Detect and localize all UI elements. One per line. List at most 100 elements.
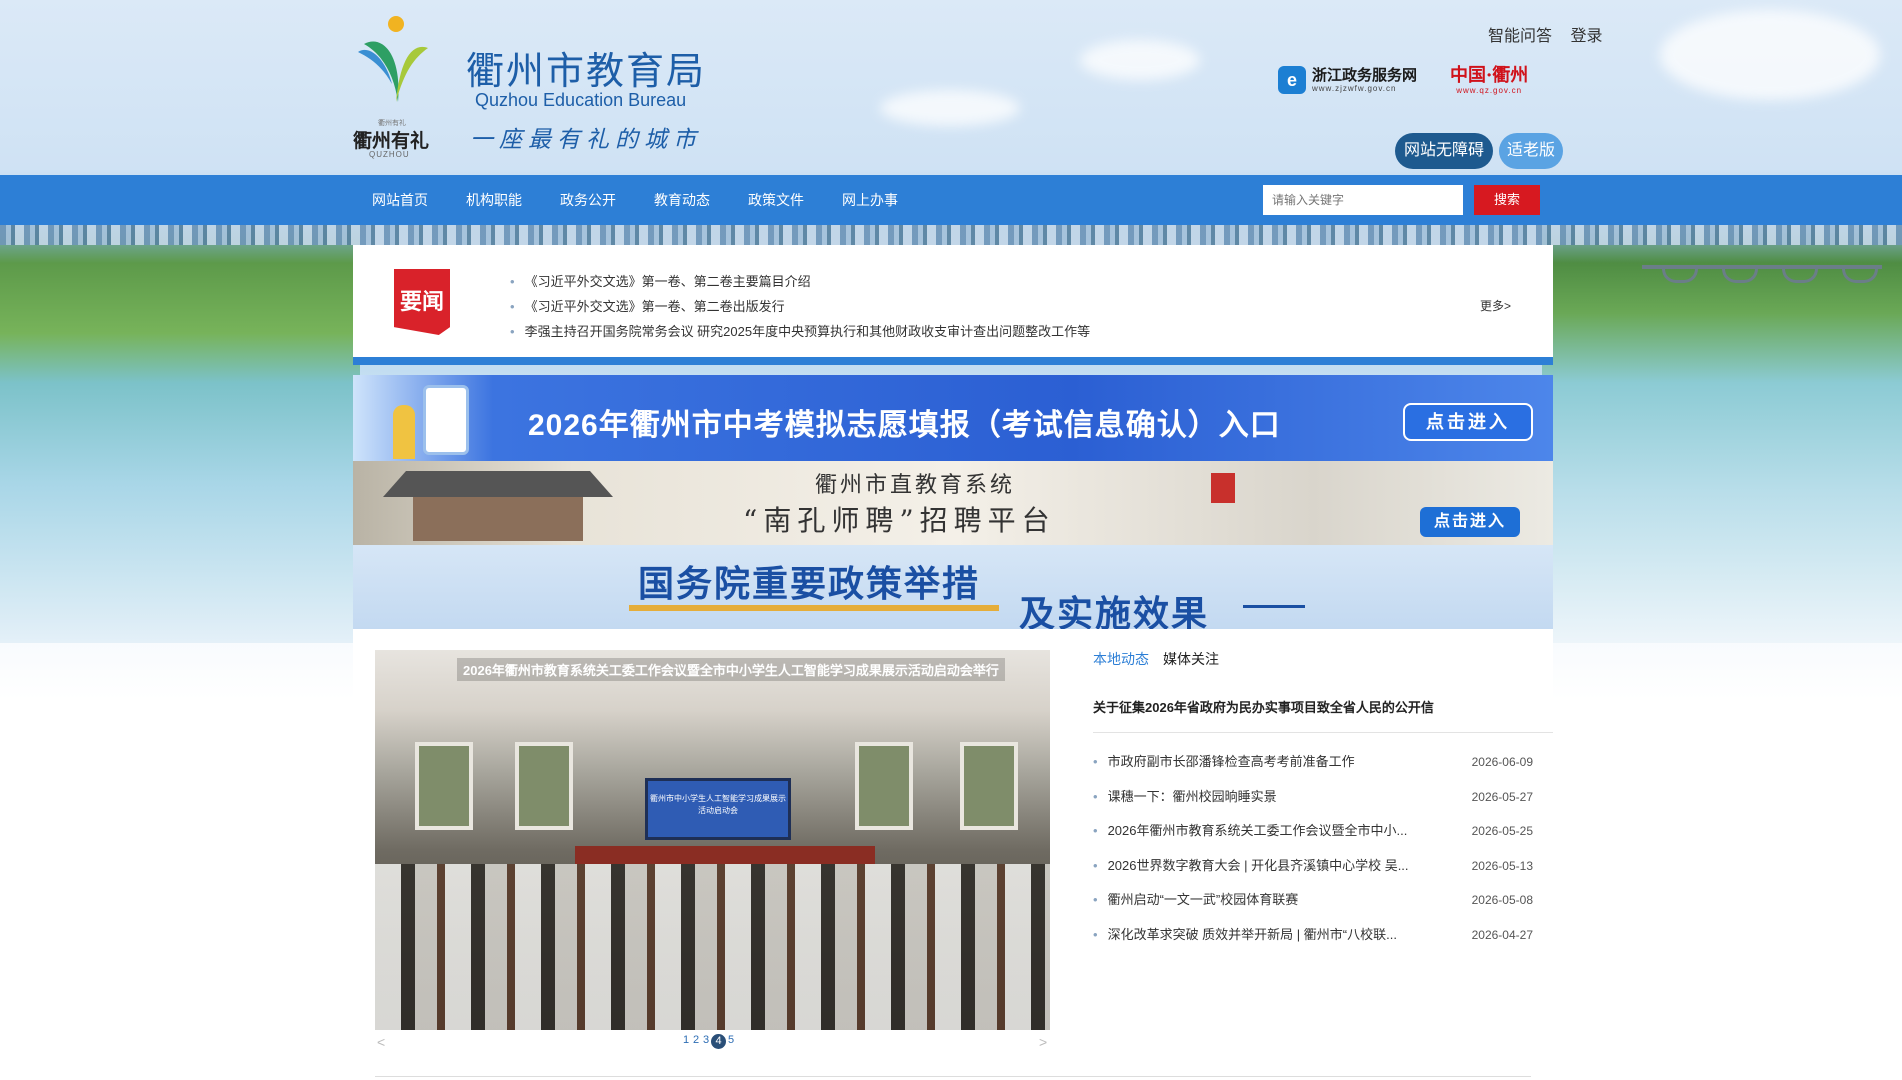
nav-item-functions[interactable]: 机构职能: [447, 175, 541, 225]
nav-item-home[interactable]: 网站首页: [353, 175, 447, 225]
article-title: 2026世界数字教育大会 | 开化县齐溪镇中心学校 吴...: [1093, 849, 1409, 884]
article-title: 市政府副市长邵潘锋检查高考考前准备工作: [1093, 745, 1355, 780]
window-illustration: [960, 742, 1018, 830]
qz-gov-name: 中国·衢州: [1450, 65, 1529, 86]
cloud-decoration: [1080, 40, 1200, 80]
slider-next-icon[interactable]: >: [1039, 1034, 1047, 1050]
river-scenery-right: [1542, 223, 1902, 643]
divider: [353, 357, 1553, 365]
person-illustration: [393, 405, 415, 459]
site-header: 衢州有礼 衢州有礼 QUZHOU 衢州市教育局 Quzhou Education…: [0, 0, 1902, 175]
key-news-badge: 要闻: [394, 269, 450, 335]
seal-stamp-icon: [1211, 473, 1235, 503]
projection-screen: 衢州市中小学生人工智能学习成果展示活动启动会: [645, 778, 791, 840]
photo-slider[interactable]: 衢州市中小学生人工智能学习成果展示活动启动会 2026年衢州市教育系统关工委工作…: [375, 650, 1050, 1030]
slogan: 一座最有礼的城市: [470, 127, 702, 153]
login-link[interactable]: 登录: [1570, 28, 1602, 45]
temple-roof-illustration: [383, 471, 613, 497]
list-item[interactable]: 深化改革求突破 质效并举开新局 | 衢州市“八校联... 2026-04-27: [1093, 918, 1533, 953]
list-item[interactable]: 衢州启动“一文一武”校园体育联赛 2026-05-08: [1093, 883, 1533, 918]
recruitment-banner[interactable]: 衢州市直教育系统 “南孔师聘”招聘平台 点击进入: [353, 461, 1553, 545]
zjzwfw-partner-link[interactable]: e 浙江政务服务网 www.zjzwfw.gov.cn: [1278, 66, 1417, 94]
nav-item-policy-docs[interactable]: 政策文件: [729, 175, 823, 225]
podium-table: [575, 846, 875, 864]
river-scenery-left: [0, 223, 360, 643]
window-illustration: [415, 742, 473, 830]
window-illustration: [855, 742, 913, 830]
slider-page-active[interactable]: 4: [711, 1034, 726, 1049]
window-illustration: [515, 742, 573, 830]
phone-illustration: [423, 385, 469, 455]
banner-dash: [1243, 605, 1305, 608]
article-date: 2026-06-09: [1471, 755, 1533, 769]
slider-page[interactable]: 3: [701, 1034, 711, 1049]
nav-item-online-service[interactable]: 网上办事: [823, 175, 917, 225]
main-nav: 网站首页 机构职能 政务公开 教育动态 政策文件 网上办事 搜索: [0, 175, 1902, 225]
more-link[interactable]: 更多>: [1480, 297, 1511, 314]
nav-item-education-news[interactable]: 教育动态: [635, 175, 729, 225]
slider-pagination: 1 2 3 4 5: [681, 1034, 736, 1049]
site-title[interactable]: 衢州市教育局: [466, 40, 706, 95]
smart-qa-link[interactable]: 智能问答: [1488, 28, 1552, 45]
city-skyline: [0, 223, 1902, 245]
banner-subtitle: 衢州市直教育系统: [815, 473, 1016, 498]
bridge-illustration: [1642, 265, 1882, 283]
article-list: 市政府副市长邵潘锋检查高考考前准备工作 2026-06-09 课穗一下：衢州校园晌…: [1093, 745, 1533, 952]
screen-text: 衢州市中小学生人工智能学习成果展示活动启动会: [650, 794, 786, 815]
list-item[interactable]: 2026年衢州市教育系统关工委工作会议暨全市中小... 2026-05-25: [1093, 814, 1533, 849]
list-item[interactable]: 李强主持召开国务院常务会议 研究2025年度中央预算执行和其他财政收支审计查出问…: [510, 319, 1091, 344]
nav-item-gov-affairs[interactable]: 政务公开: [541, 175, 635, 225]
tab-media-focus[interactable]: 媒体关注: [1163, 649, 1219, 669]
article-date: 2026-04-27: [1471, 927, 1533, 942]
list-item[interactable]: 市政府副市长邵潘锋检查高考考前准备工作 2026-06-09: [1093, 745, 1533, 780]
cloud-decoration: [880, 90, 1020, 126]
enter-button[interactable]: 点击进入: [1403, 403, 1533, 441]
divider: [1093, 732, 1553, 733]
article-title: 衢州启动“一文一武”校园体育联赛: [1093, 883, 1299, 918]
list-item[interactable]: 《习近平外交文选》第一卷、第二卷主要篇目介绍: [510, 269, 1090, 294]
slider-page[interactable]: 5: [726, 1034, 736, 1049]
site-title-en: Quzhou Education Bureau: [475, 90, 687, 110]
banner-title: “南孔师聘”招聘平台: [743, 504, 1056, 537]
enter-button[interactable]: 点击进入: [1420, 507, 1520, 537]
article-date: 2026-05-27: [1471, 789, 1533, 804]
tab-local-news[interactable]: 本地动态: [1093, 649, 1149, 669]
audience-photo: [375, 864, 1050, 1030]
article-title: 2026年衢州市教育系统关工委工作会议暨全市中小...: [1093, 814, 1408, 849]
list-item[interactable]: 2026世界数字教育大会 | 开化县齐溪镇中心学校 吴... 2026-05-13: [1093, 849, 1533, 884]
state-council-policy-banner[interactable]: 国务院重要政策举措 及实施效果: [353, 545, 1553, 629]
banner-title: 2026年衢州市中考模拟志愿填报（考试信息确认）入口: [528, 409, 1281, 442]
slider-page[interactable]: 2: [691, 1034, 701, 1049]
exam-application-banner[interactable]: 2026年衢州市中考模拟志愿填报（考试信息确认）入口 点击进入: [353, 375, 1553, 461]
headline-link[interactable]: 关于征集2026年省政府为民办实事项目致全省人民的公开信: [1093, 697, 1434, 716]
zjzwfw-url: www.zjzwfw.gov.cn: [1312, 83, 1397, 93]
zjzwfw-logo-icon: e: [1278, 66, 1306, 94]
content-panel: 衢州市中小学生人工智能学习成果展示活动启动会 2026年衢州市教育系统关工委工作…: [353, 629, 1553, 1080]
key-news-list: 《习近平外交文选》第一卷、第二卷主要篇目介绍 《习近平外交文选》第一卷、第二卷出…: [510, 269, 1091, 344]
list-item[interactable]: 课穗一下：衢州校园晌睡实景 2026-05-27: [1093, 780, 1533, 815]
elder-mode-button[interactable]: 适老版: [1499, 133, 1563, 169]
article-title: 课穗一下：衢州校园晌睡实景: [1093, 780, 1277, 815]
list-item[interactable]: 《习近平外交文选》第一卷、第二卷出版发行: [510, 294, 1090, 319]
search-input[interactable]: [1263, 185, 1463, 215]
news-tabs: 本地动态 媒体关注: [1093, 649, 1233, 669]
qz-gov-partner-link[interactable]: 中国·衢州 www.qz.gov.cn: [1450, 65, 1529, 96]
cloud-decoration: [1660, 10, 1880, 100]
logo-subtext: QUZHOU: [369, 150, 410, 159]
accessibility-button[interactable]: 网站无障碍: [1395, 133, 1493, 169]
divider: [375, 1076, 1531, 1077]
key-news-box: 要闻 《习近平外交文选》第一卷、第二卷主要篇目介绍 《习近平外交文选》第一卷、第…: [353, 245, 1553, 357]
article-date: 2026-05-08: [1471, 893, 1533, 907]
logo-text: 衢州有礼: [353, 130, 430, 152]
city-logo-icon[interactable]: [352, 14, 434, 114]
qz-gov-url: www.qz.gov.cn: [1456, 86, 1523, 95]
article-date: 2026-05-25: [1471, 824, 1533, 838]
banner-title: 国务院重要政策举措: [638, 563, 981, 605]
slider-page[interactable]: 1: [681, 1034, 691, 1049]
article-title: 深化改革求突破 质效并举开新局 | 衢州市“八校联...: [1093, 918, 1397, 953]
slider-prev-icon[interactable]: <: [377, 1034, 385, 1050]
slide-caption[interactable]: 2026年衢州市教育系统关工委工作会议暨全市中小学生人工智能学习成果展示活动启动…: [457, 658, 1005, 681]
zjzwfw-name: 浙江政务服务网: [1312, 66, 1418, 84]
search-button[interactable]: 搜索: [1474, 185, 1540, 215]
top-links: 智能问答 登录: [1488, 22, 1616, 46]
